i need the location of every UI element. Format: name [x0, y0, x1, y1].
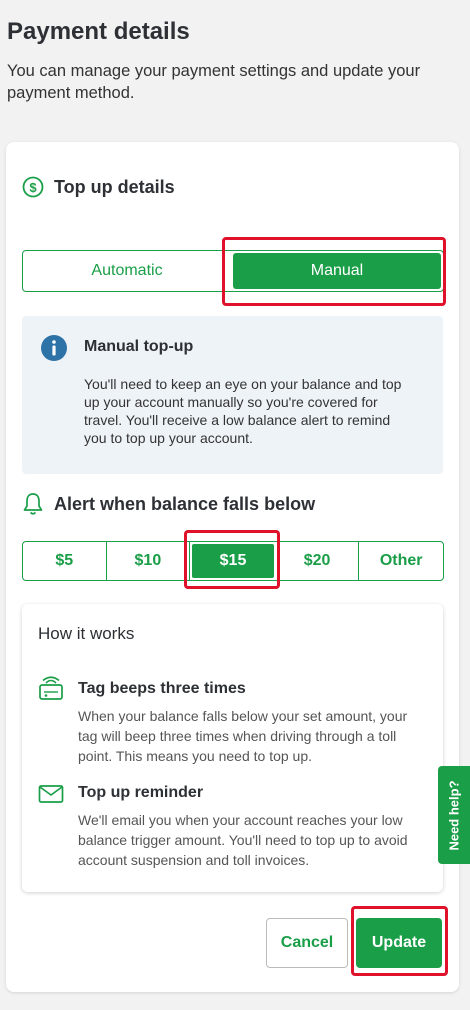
amount-5-button[interactable]: $5	[23, 542, 107, 580]
mode-manual-button[interactable]: Manual	[233, 253, 441, 289]
topup-heading: $ Top up details	[22, 176, 175, 198]
amount-15-button[interactable]: $15	[192, 544, 274, 578]
update-button[interactable]: Update	[356, 918, 442, 968]
info-icon	[41, 335, 67, 361]
alert-heading-label: Alert when balance falls below	[54, 493, 316, 514]
how-item-body: When your balance falls below your set a…	[78, 708, 408, 764]
page-title: Payment details	[7, 18, 190, 45]
need-help-label: Need help?	[446, 779, 462, 851]
dollar-circle-icon: $	[22, 176, 44, 198]
info-body: You'll need to keep an eye on your balan…	[84, 376, 402, 446]
info-title: Manual top-up	[84, 338, 194, 355]
alert-amount-selector: $5 $10 $15 $20 Other	[22, 541, 444, 581]
cancel-button[interactable]: Cancel	[266, 918, 348, 968]
topup-mode-toggle: Automatic Manual	[22, 250, 444, 292]
how-item-body: We'll email you when your account reache…	[78, 812, 408, 868]
how-it-works-title: How it works	[38, 624, 135, 643]
tag-beep-icon	[39, 676, 63, 700]
envelope-icon	[38, 785, 64, 803]
mode-automatic-button[interactable]: Automatic	[23, 251, 231, 291]
need-help-tab[interactable]: Need help?	[438, 766, 470, 864]
amount-10-button[interactable]: $10	[107, 542, 191, 580]
topup-heading-label: Top up details	[54, 176, 175, 197]
svg-text:$: $	[29, 180, 37, 195]
how-item-title: Top up reminder	[78, 784, 204, 801]
amount-20-button[interactable]: $20	[276, 542, 360, 580]
how-item-title: Tag beeps three times	[78, 680, 246, 697]
how-it-works-card: How it works Tag beeps three times When …	[22, 604, 443, 892]
manual-info-box: Manual top-up You'll need to keep an eye…	[22, 316, 443, 474]
bell-icon	[23, 493, 43, 515]
amount-other-button[interactable]: Other	[359, 542, 443, 580]
page-subtitle: You can manage your payment settings and…	[7, 62, 421, 102]
alert-heading: Alert when balance falls below	[22, 492, 315, 516]
